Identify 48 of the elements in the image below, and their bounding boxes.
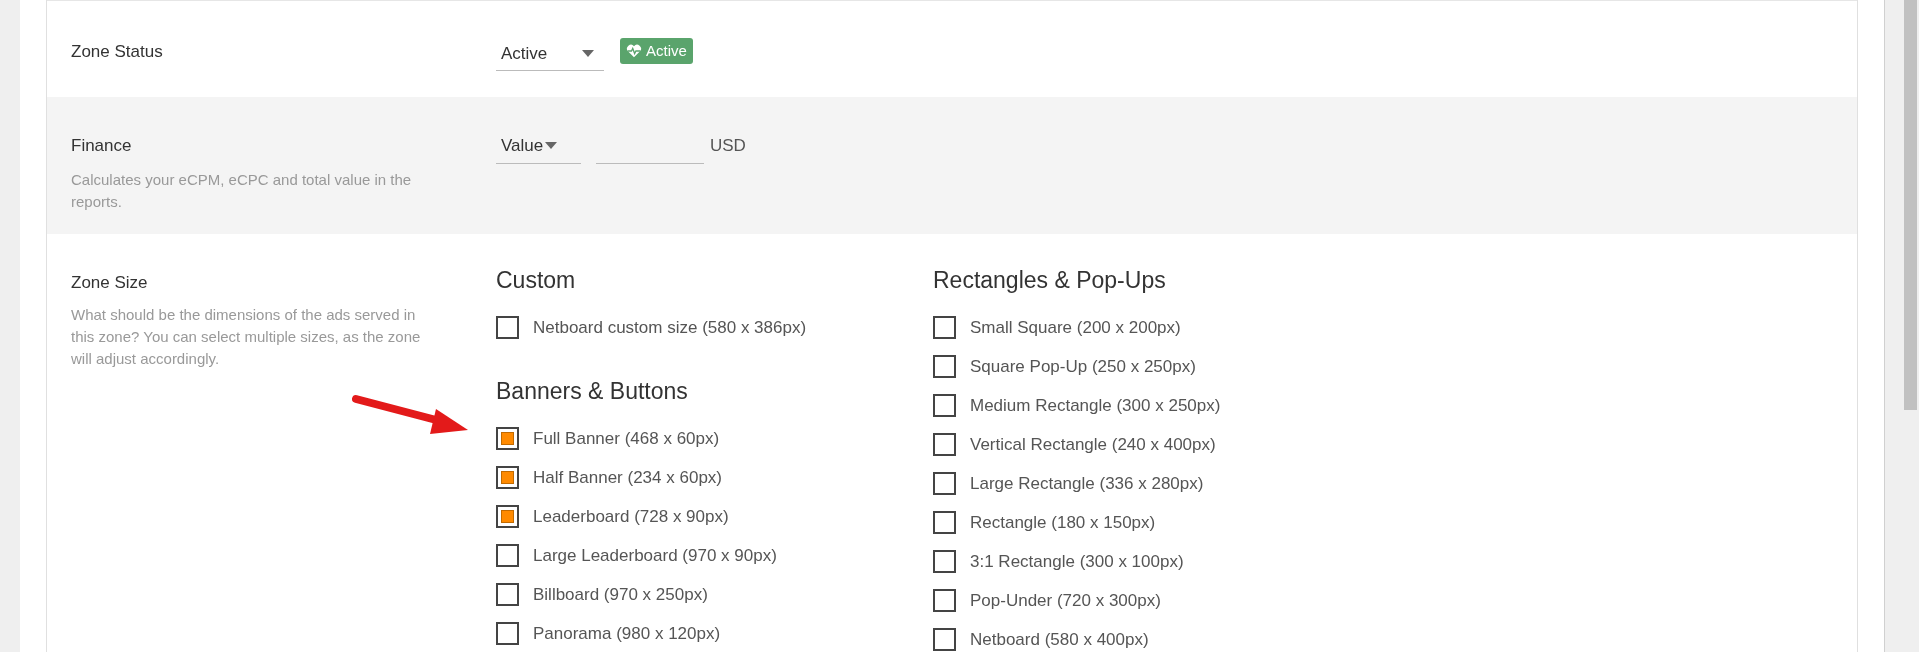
row-label: Zone Status: [70, 41, 164, 63]
checkbox[interactable]: [496, 316, 519, 339]
heartbeat-icon: [626, 44, 642, 58]
checkbox[interactable]: [496, 466, 519, 489]
status-badge: Active: [620, 38, 693, 64]
checkbox-label: Large Leaderboard (970 x 90px): [533, 544, 777, 567]
group-heading: Banners & Buttons: [496, 377, 689, 406]
checkbox-label: Half Banner (234 x 60px): [533, 466, 722, 489]
checkbox[interactable]: [933, 355, 956, 378]
checkbox[interactable]: [933, 550, 956, 573]
checkbox[interactable]: [933, 628, 956, 651]
checkbox-label: Small Square (200 x 200px): [970, 316, 1181, 339]
checkbox[interactable]: [496, 583, 519, 606]
checkbox[interactable]: [933, 433, 956, 456]
row-description: Calculates your eCPM, eCPC and total value in the reports.: [71, 169, 413, 212]
row-description: What should be the dimensions of the ads served in this zone? You can select multiple sizes, as the zone will adjust accordingly.: [71, 304, 422, 369]
caret-icon: [582, 50, 594, 57]
checkbox-label: Medium Rectangle (300 x 250px): [970, 394, 1221, 417]
checkbox[interactable]: [933, 316, 956, 339]
checkbox-label: 3:1 Rectangle (300 x 100px): [970, 550, 1184, 573]
checkbox-label: Square Pop-Up (250 x 250px): [970, 355, 1196, 378]
caret-icon: [545, 142, 558, 149]
checkbox-label: Netboard (580 x 400px): [970, 628, 1149, 651]
checkbox[interactable]: [496, 427, 519, 450]
checkbox[interactable]: [933, 394, 956, 417]
checkbox-label: Panorama (980 x 120px): [533, 622, 721, 645]
checkbox-label: Full Banner (468 x 60px): [533, 427, 720, 450]
checkbox-label: Netboard custom size (580 x 386px): [533, 316, 807, 339]
checkbox[interactable]: [933, 511, 956, 534]
checkbox-label: Pop-Under (720 x 300px): [970, 589, 1161, 612]
checkbox[interactable]: [496, 622, 519, 645]
checkbox-label: Billboard (970 x 250px): [533, 583, 708, 606]
checkbox[interactable]: [933, 589, 956, 612]
scrollbar-thumb[interactable]: [1904, 0, 1917, 410]
checkbox-label: Rectangle (180 x 150px): [970, 511, 1156, 534]
currency-label: USD: [710, 135, 746, 157]
checkbox-label: Vertical Rectangle (240 x 400px): [970, 433, 1216, 456]
row-label: Zone Size: [71, 272, 149, 294]
group-heading: Rectangles & Pop-Ups: [933, 266, 1167, 295]
checkbox-label: Large Rectangle (336 x 280px): [970, 472, 1204, 495]
checkbox-label: Leaderboard (728 x 90px): [533, 505, 729, 528]
checkbox[interactable]: [496, 544, 519, 567]
finance-select[interactable]: Value: [496, 128, 581, 164]
checkbox[interactable]: [933, 472, 956, 495]
row-label: Finance: [71, 135, 133, 157]
status-select[interactable]: Active: [496, 37, 604, 71]
checkbox[interactable]: [496, 505, 519, 528]
group-heading: Custom: [496, 266, 577, 295]
